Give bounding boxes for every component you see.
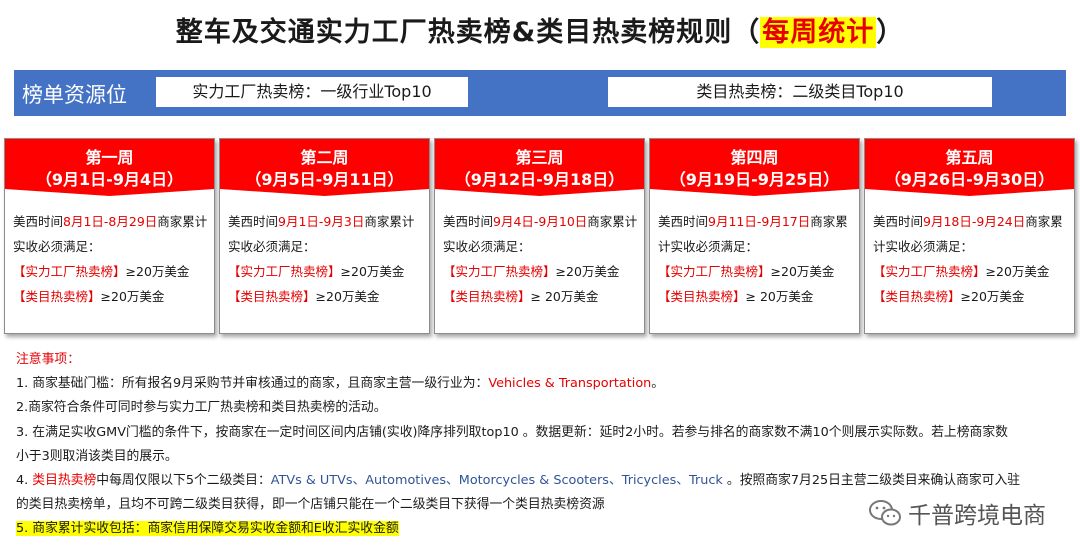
category-threshold: ≥ 20万美金 <box>745 289 814 304</box>
category-threshold: ≥ 20万美金 <box>530 289 599 304</box>
week-card: 第四周 （9月19日-9月25日） 美西时间9月11日-9月17日商家累计实收必… <box>649 138 860 334</box>
period-prefix: 美西时间 <box>443 214 494 229</box>
week-card-body: 美西时间9月1日-9月3日商家累计实收必须满足： 【实力工厂热卖榜】≥20万美金… <box>228 209 426 309</box>
resource-banner: 榜单资源位 实力工厂热卖榜：一级行业Top10 类目热卖榜：二级类目Top10 <box>14 70 1066 116</box>
week-card-body: 美西时间9月11日-9月17日商家累计实收必须满足： 【实力工厂热卖榜】≥20万… <box>658 209 856 309</box>
note-4-text: 中每周仅限以下5个二级类目： <box>96 473 271 489</box>
week-card-body: 美西时间9月4日-9月10日商家累计实收必须满足： 【实力工厂热卖榜】≥20万美… <box>443 209 641 309</box>
category-threshold: ≥20万美金 <box>315 289 380 304</box>
factory-threshold: ≥20万美金 <box>985 264 1050 279</box>
week-name: 第二周 <box>300 148 349 167</box>
notes-title: 注意事项： <box>16 352 80 367</box>
factory-threshold: ≥20万美金 <box>125 264 190 279</box>
category-tag: 【类目热卖榜】 <box>228 289 316 304</box>
note-4-list-name: 类目热卖榜 <box>32 473 97 489</box>
watermark: 千普跨境电商 <box>868 496 1046 530</box>
factory-tag: 【实力工厂热卖榜】 <box>443 264 556 279</box>
week-range: （9月12日-9月18日） <box>454 170 625 189</box>
period-dates: 8月1日-8月29日 <box>63 214 158 229</box>
week-name: 第五周 <box>945 148 994 167</box>
watermark-text: 千普跨境电商 <box>908 503 1046 529</box>
note-4-rule: 。按照商家7月25日主营二级类目来确认商家可入驻 <box>722 473 1021 489</box>
week-card: 第五周 （9月26日-9月30日） 美西时间9月18日-9月24日商家累计实收必… <box>864 138 1075 334</box>
period-dates: 9月1日-9月3日 <box>278 214 365 229</box>
note-4: 4. 类目热卖榜中每周仅限以下5个二级类目：ATVs & UTVs、Automo… <box>16 469 1056 493</box>
week-card: 第一周 （9月1日-9月4日） 美西时间8月1日-8月29日商家累计实收必须满足… <box>4 138 215 334</box>
week-name: 第四周 <box>730 148 779 167</box>
note-1-text: 1. 商家基础门槛：所有报名9月采购节并审核通过的商家，且商家主营一级行业为： <box>16 376 489 392</box>
page-title: 整车及交通实力工厂热卖榜&类目热卖榜规则（每周统计） <box>0 10 1080 49</box>
week-range: （9月19日-9月25日） <box>669 170 840 189</box>
period-dates: 9月11日-9月17日 <box>708 214 811 229</box>
note-3b: 小于3则取消该类目的展示。 <box>16 448 178 464</box>
category-tag: 【类目热卖榜】 <box>658 289 746 304</box>
week-card-header: 第五周 （9月26日-9月30日） <box>865 139 1074 196</box>
category-threshold: ≥20万美金 <box>960 289 1025 304</box>
factory-tag: 【实力工厂热卖榜】 <box>873 264 986 279</box>
period-dates: 9月4日-9月10日 <box>493 214 588 229</box>
week-card-header: 第二周 （9月5日-9月11日） <box>220 139 429 196</box>
note-5-text: 5. 商家累计实收包括：商家信用保障交易实收金额和E收汇实收金额 <box>16 521 399 537</box>
week-card-body: 美西时间8月1日-8月29日商家累计实收必须满足： 【实力工厂热卖榜】≥20万美… <box>13 209 211 309</box>
title-end: ） <box>876 17 905 48</box>
factory-tag: 【实力工厂热卖榜】 <box>658 264 771 279</box>
category-tag: 【类目热卖榜】 <box>13 289 101 304</box>
period-prefix: 美西时间 <box>13 214 64 229</box>
note-2: 2.商家符合条件可同时参与实力工厂热卖榜和类目热卖榜的活动。 <box>16 400 387 416</box>
period-prefix: 美西时间 <box>873 214 924 229</box>
category-tag: 【类目热卖榜】 <box>873 289 961 304</box>
week-range: （9月5日-9月11日） <box>245 170 404 189</box>
banner-label: 榜单资源位 <box>22 83 127 107</box>
week-card-header: 第三周 （9月12日-9月18日） <box>435 139 644 196</box>
note-1-end: 。 <box>651 376 665 392</box>
week-name: 第三周 <box>515 148 564 167</box>
note-3a: 3. 在满足实收GMV门槛的条件下，按商家在一定时间区间内店铺(实收)降序排列取… <box>16 424 1008 440</box>
note-1: 1. 商家基础门槛：所有报名9月采购节并审核通过的商家，且商家主营一级行业为：V… <box>16 372 1056 396</box>
period-dates: 9月18日-9月24日 <box>923 214 1026 229</box>
week-range: （9月26日-9月30日） <box>884 170 1055 189</box>
wechat-icon <box>869 500 901 526</box>
note-4-categories: ATVs & UTVs、Automotives、Motorcycles & Sc… <box>270 473 723 489</box>
factory-threshold: ≥20万美金 <box>770 264 835 279</box>
period-prefix: 美西时间 <box>228 214 279 229</box>
week-card: 第二周 （9月5日-9月11日） 美西时间9月1日-9月3日商家累计实收必须满足… <box>219 138 430 334</box>
title-main: 整车及交通实力工厂热卖榜&类目热卖榜规则（ <box>175 17 761 48</box>
week-card-header: 第四周 （9月19日-9月25日） <box>650 139 859 196</box>
week-range: （9月1日-9月4日） <box>35 170 184 189</box>
title-highlight: 每周统计 <box>760 17 877 48</box>
category-tag: 【类目热卖榜】 <box>443 289 531 304</box>
week-name: 第一周 <box>85 148 134 167</box>
factory-tag: 【实力工厂热卖榜】 <box>13 264 126 279</box>
week-card-body: 美西时间9月18日-9月24日商家累计实收必须满足： 【实力工厂热卖榜】≥20万… <box>873 209 1071 309</box>
week-card: 第三周 （9月12日-9月18日） 美西时间9月4日-9月10日商家累计实收必须… <box>434 138 645 334</box>
factory-tag: 【实力工厂热卖榜】 <box>228 264 341 279</box>
period-prefix: 美西时间 <box>658 214 709 229</box>
category-threshold: ≥20万美金 <box>100 289 165 304</box>
week-card-header: 第一周 （9月1日-9月4日） <box>5 139 214 196</box>
note-4-prefix: 4. <box>16 473 33 489</box>
factory-threshold: ≥20万美金 <box>555 264 620 279</box>
banner-factory-box: 实力工厂热卖榜：一级行业Top10 <box>156 77 468 107</box>
note-1-industry: Vehicles & Transportation <box>488 376 652 392</box>
banner-category-box: 类目热卖榜：二级类目Top10 <box>608 77 992 107</box>
factory-threshold: ≥20万美金 <box>340 264 405 279</box>
